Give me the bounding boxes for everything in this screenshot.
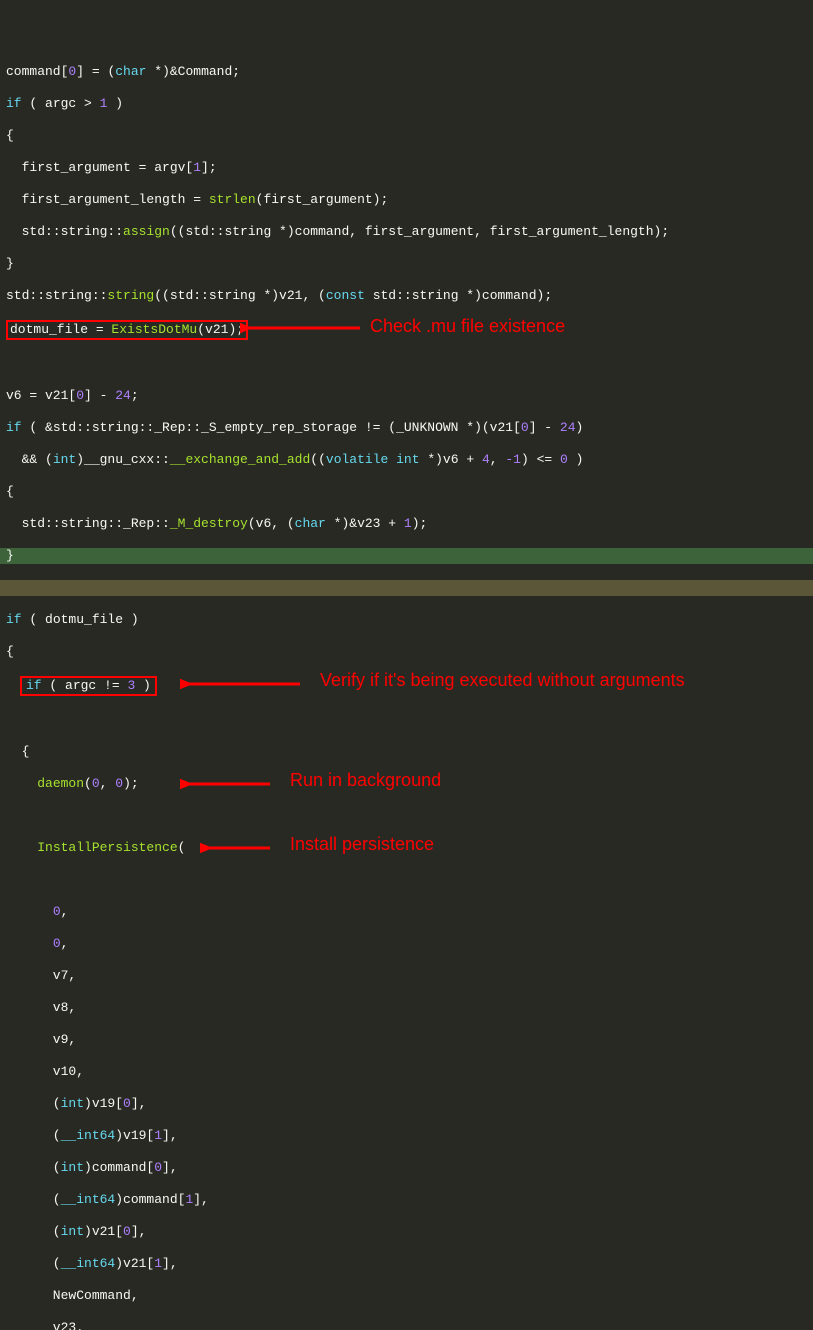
code-line: if ( &std::string::_Rep::_S_empty_rep_st… — [0, 420, 813, 436]
code-line: v10, — [0, 1064, 813, 1080]
code-line: command[0] = (char *)&Command; — [0, 64, 813, 80]
code-line: v8, — [0, 1000, 813, 1016]
code-line: } — [0, 256, 813, 272]
code-line: v6 = v21[0] - 24; — [0, 388, 813, 404]
code-line-highlighted: if ( argc != 3 ) Verify if it's being ex… — [0, 676, 813, 728]
annotation-install-persistence: Install persistence — [290, 836, 434, 852]
annotation-verify-args: Verify if it's being executed without ar… — [320, 672, 685, 688]
code-line: first_argument = argv[1]; — [0, 160, 813, 176]
code-line: std::string::_Rep::_M_destroy(v6, (char … — [0, 516, 813, 532]
code-line: 0, — [0, 936, 813, 952]
code-line: { — [0, 644, 813, 660]
code-line: v7, — [0, 968, 813, 984]
annotation-run-bg: Run in background — [290, 772, 441, 788]
code-line: if ( argc > 1 ) — [0, 96, 813, 112]
arrow-icon — [240, 320, 370, 336]
code-line: (int)v21[0], — [0, 1224, 813, 1240]
code-line: (__int64)command[1], — [0, 1192, 813, 1208]
code-line: v23, — [0, 1320, 813, 1330]
code-line: InstallPersistence( Install persistence — [0, 840, 813, 888]
divider-line — [0, 580, 813, 596]
code-line: { — [0, 484, 813, 500]
code-line: (__int64)v19[1], — [0, 1128, 813, 1144]
highlighted-if-argc: if ( argc != 3 ) — [20, 676, 157, 696]
annotation-check-mu: Check .mu file existence — [370, 318, 565, 334]
code-line: && (int)__gnu_cxx::__exchange_and_add((v… — [0, 452, 813, 468]
code-line: { — [0, 744, 813, 760]
arrow-icon — [180, 776, 280, 792]
code-line: if ( dotmu_file ) — [0, 612, 813, 628]
code-line: { — [0, 128, 813, 144]
code-line: first_argument_length = strlen(first_arg… — [0, 192, 813, 208]
code-line: (int)v19[0], — [0, 1096, 813, 1112]
code-line: v9, — [0, 1032, 813, 1048]
code-line: std::string::assign((std::string *)comma… — [0, 224, 813, 240]
arrow-icon — [200, 840, 280, 856]
code-line: daemon(0, 0); Run in background — [0, 776, 813, 824]
code-line-highlighted: dotmu_file = ExistsDotMu(v21); Check .mu… — [0, 320, 813, 372]
code-line: 0, — [0, 904, 813, 920]
highlighted-call-existsdotmu: dotmu_file = ExistsDotMu(v21); — [6, 320, 248, 340]
arrow-icon — [180, 676, 310, 692]
code-line: (int)command[0], — [0, 1160, 813, 1176]
code-line: std::string::string((std::string *)v21, … — [0, 288, 813, 304]
code-line: (__int64)v21[1], — [0, 1256, 813, 1272]
code-line: NewCommand, — [0, 1288, 813, 1304]
code-line: } — [0, 548, 813, 564]
